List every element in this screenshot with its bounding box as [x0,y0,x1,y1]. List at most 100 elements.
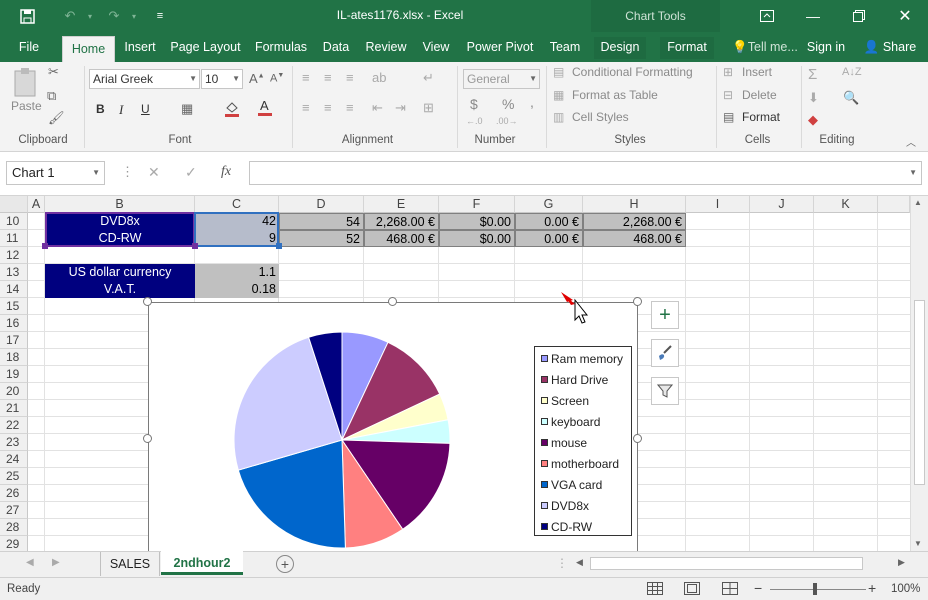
cell-h11[interactable]: 468.00 € [583,230,686,247]
tab-file[interactable]: File [8,37,50,59]
save-icon[interactable] [17,6,37,26]
legend-item[interactable]: Screen [541,392,589,410]
align-center-icon[interactable]: ≡ [324,100,332,115]
ribbon-display-options-icon[interactable] [750,5,784,27]
autosum-icon[interactable]: Σ [808,66,817,83]
tab-splitter-icon[interactable]: ⋮ [556,556,568,570]
legend-item[interactable]: keyboard [541,413,600,431]
orientation-icon[interactable]: ab [372,70,386,85]
cell-d11[interactable]: 52 [279,230,364,247]
wrap-text-icon[interactable]: ↵ [423,70,434,86]
legend-item[interactable]: Hard Drive [541,371,608,389]
sort-filter-icon[interactable]: A↓Z [842,66,862,78]
row-header[interactable]: 28 [0,519,28,536]
font-color-icon[interactable]: A [257,98,273,120]
sheet-tab-2ndhour2[interactable]: 2ndhour2 [161,551,243,575]
number-format-combo[interactable]: General ▼ [463,69,540,89]
percent-button[interactable]: % [502,96,514,112]
cut-icon[interactable]: ✂ [48,64,59,80]
cell-g10[interactable]: 0.00 € [515,213,583,230]
decrease-indent-icon[interactable]: ⇤ [372,100,383,116]
clear-icon[interactable]: ◆ [808,112,818,128]
close-icon[interactable]: ✕ [888,5,922,27]
undo-icon[interactable]: ↶ [60,6,80,26]
resize-handle[interactable] [143,297,152,306]
format-as-table-button[interactable]: Format as Table [572,88,658,102]
legend-item[interactable]: motherboard [541,455,619,473]
name-box[interactable]: Chart 1 ▼ [6,161,105,185]
cell-b14[interactable]: V.A.T. [45,281,195,298]
merge-center-icon[interactable]: ⊞ [423,100,434,116]
cell-c14[interactable]: 0.18 [195,281,279,298]
bold-button[interactable]: B [96,102,105,116]
row-header[interactable]: 12 [0,247,28,264]
zoom-level[interactable]: 100% [891,583,920,595]
column-header[interactable]: G [515,196,583,213]
chart-styles-button[interactable] [651,339,679,367]
tab-insert[interactable]: Insert [119,37,161,59]
row-header[interactable]: 13 [0,264,28,281]
chart-elements-button[interactable]: + [651,301,679,329]
cell-f10[interactable]: $0.00 [439,213,515,230]
row-header[interactable]: 26 [0,485,28,502]
row-header[interactable]: 16 [0,315,28,332]
restore-icon[interactable] [842,5,876,27]
scroll-right-icon[interactable]: ▶ [898,557,905,568]
select-all-corner[interactable] [0,196,28,213]
cancel-icon[interactable]: ✕ [148,164,160,181]
vertical-scrollbar[interactable]: ▲ ▼ [910,196,928,551]
zoom-out-icon[interactable]: − [754,580,762,596]
cell-h10[interactable]: 2,268.00 € [583,213,686,230]
prev-sheet-icon[interactable]: ◀ [26,557,34,568]
currency-button[interactable]: $ [470,96,478,112]
row-header[interactable]: 10 [0,213,28,230]
find-select-icon[interactable]: 🔍 [843,90,859,106]
horizontal-scroll-thumb[interactable] [590,557,863,570]
conditional-formatting-button[interactable]: Conditional Formatting [572,65,693,79]
normal-view-icon[interactable] [647,582,663,598]
insert-function-icon[interactable]: fx [221,164,231,180]
row-header[interactable]: 11 [0,230,28,247]
cell-c11[interactable]: 9 [195,230,279,247]
enter-icon[interactable]: ✓ [185,164,197,181]
formula-input[interactable]: ▼ [249,161,922,185]
range-handle[interactable] [192,243,198,249]
cell-e10[interactable]: 2,268.00 € [364,213,439,230]
column-header[interactable]: D [279,196,364,213]
align-left-icon[interactable]: ≡ [302,100,310,115]
legend-item[interactable]: CD-RW [541,518,592,536]
row-header[interactable]: 21 [0,400,28,417]
font-size-combo[interactable]: 10 ▼ [201,69,243,89]
row-header[interactable]: 25 [0,468,28,485]
increase-decimal-icon[interactable]: ←.0 [466,116,483,126]
pie-chart[interactable]: Ram memory Hard Drive Screen keyboard mouse m… [148,302,638,562]
font-name-combo[interactable]: Arial Greek ▼ [89,69,200,89]
tab-review[interactable]: Review [362,37,410,59]
tab-design[interactable]: Design [594,37,646,59]
legend-item[interactable]: DVD8x [541,497,589,515]
cell-c13[interactable]: 1.1 [195,264,279,281]
resize-handle[interactable] [143,434,152,443]
tell-me-box[interactable]: 💡Tell me... [730,37,800,59]
vertical-scroll-thumb[interactable] [914,300,925,485]
row-header[interactable]: 27 [0,502,28,519]
format-cells-button[interactable]: Format [742,110,780,124]
delete-cells-button[interactable]: Delete [742,88,777,102]
cell-d10[interactable]: 54 [279,213,364,230]
redo-icon[interactable]: ↷ [104,6,124,26]
decrease-font-icon[interactable]: A▼ [270,72,284,85]
minimize-icon[interactable]: — [796,5,830,27]
column-header[interactable]: B [45,196,195,213]
zoom-slider-thumb[interactable] [813,583,817,595]
paste-icon[interactable] [11,66,41,98]
align-top-icon[interactable]: ≡ [302,70,310,85]
tab-page-layout[interactable]: Page Layout [168,37,243,59]
column-header[interactable]: C [195,196,279,213]
borders-icon[interactable]: ▦ [181,101,193,117]
page-break-view-icon[interactable] [722,582,738,598]
align-right-icon[interactable]: ≡ [346,100,354,115]
row-header[interactable]: 22 [0,417,28,434]
row-header[interactable]: 15 [0,298,28,315]
redo-dropdown-icon[interactable]: ▾ [124,6,144,26]
legend-item[interactable]: Ram memory [541,350,623,368]
